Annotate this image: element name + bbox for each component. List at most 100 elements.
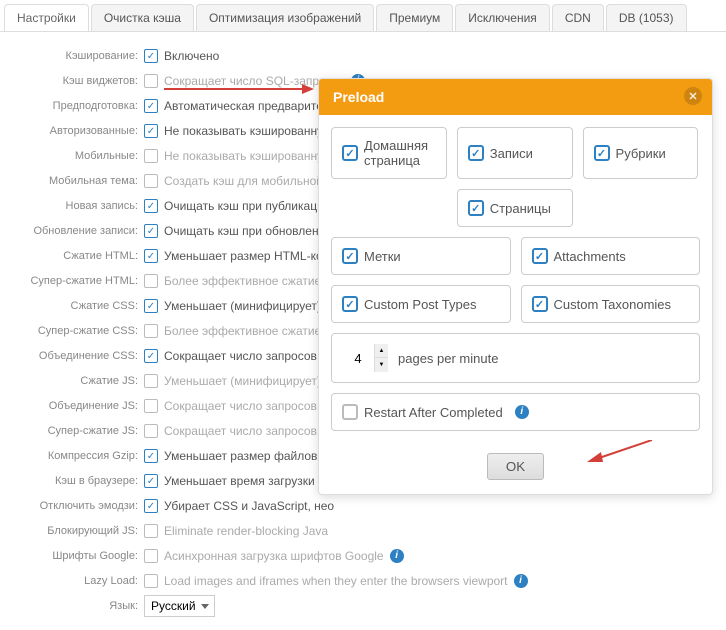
checkbox-icon[interactable] xyxy=(144,74,158,88)
setting-desc: Автоматическая предварительн xyxy=(164,99,342,113)
opt-home[interactable]: Домашняя страница xyxy=(331,127,447,179)
tab-settings[interactable]: Настройки xyxy=(4,4,89,31)
setting-desc: Более эффективное сжатие H xyxy=(164,274,333,288)
setting-desc: Не показывать кэшированну xyxy=(164,149,323,163)
tab-exclusions[interactable]: Исключения xyxy=(455,4,550,31)
checkbox-icon[interactable] xyxy=(144,524,158,538)
preload-modal: Preload ✕ Домашняя страница Записи Рубри… xyxy=(318,78,713,495)
checkbox-icon[interactable]: ✓ xyxy=(144,199,158,213)
checkbox-icon[interactable] xyxy=(144,374,158,388)
checkbox-icon[interactable] xyxy=(468,145,484,161)
setting-desc: Создать кэш для мобильной xyxy=(164,174,323,188)
opt-posts[interactable]: Записи xyxy=(457,127,573,179)
checkbox-icon[interactable] xyxy=(342,145,358,161)
setting-label: Супер-сжатие HTML: xyxy=(10,275,144,287)
spinner-down-icon[interactable]: ▼ xyxy=(374,358,388,372)
setting-label: Объединение JS: xyxy=(10,400,144,412)
checkbox-icon[interactable] xyxy=(144,424,158,438)
setting-label: Мобильные: xyxy=(10,150,144,162)
setting-row: Блокирующий JS:Eliminate render-blocking… xyxy=(10,520,716,542)
checkbox-icon[interactable]: ✓ xyxy=(144,474,158,488)
setting-row: Отключить эмодзи:✓Убирает CSS и JavaScri… xyxy=(10,495,716,517)
checkbox-icon[interactable] xyxy=(342,248,358,264)
checkbox-icon[interactable]: ✓ xyxy=(144,99,158,113)
opt-label: Записи xyxy=(490,146,533,161)
checkbox-icon[interactable] xyxy=(144,274,158,288)
checkbox-icon[interactable]: ✓ xyxy=(144,349,158,363)
modal-footer: OK xyxy=(319,443,712,494)
setting-label: Кэш виджетов: xyxy=(10,75,144,87)
setting-desc: Очищать кэш при публикаци xyxy=(164,199,324,213)
opt-label: Метки xyxy=(364,249,401,264)
restart-label: Restart After Completed xyxy=(364,405,503,420)
setting-label: Кэш в браузере: xyxy=(10,475,144,487)
ppm-label: pages per minute xyxy=(398,351,498,366)
setting-label: Супер-сжатие CSS: xyxy=(10,325,144,337)
opt-attachments[interactable]: Attachments xyxy=(521,237,701,275)
setting-desc: Уменьшает размер HTML-код xyxy=(164,249,329,263)
ppm-field: ▲ ▼ xyxy=(342,344,388,372)
opt-label: Рубрики xyxy=(616,146,666,161)
checkbox-icon[interactable]: ✓ xyxy=(144,249,158,263)
setting-desc: Убирает CSS и JavaScript, нео xyxy=(164,499,334,513)
checkbox-icon[interactable] xyxy=(342,404,358,420)
setting-desc: Load images and iframes when they enter … xyxy=(164,574,508,588)
opt-ctx[interactable]: Custom Taxonomies xyxy=(521,285,701,323)
checkbox-icon[interactable] xyxy=(144,549,158,563)
checkbox-icon[interactable] xyxy=(342,296,358,312)
setting-desc: Eliminate render-blocking Java xyxy=(164,524,328,538)
checkbox-icon[interactable]: ✓ xyxy=(144,224,158,238)
setting-label: Компрессия Gzip: xyxy=(10,450,144,462)
info-icon[interactable]: i xyxy=(514,574,528,588)
spinner-up-icon[interactable]: ▲ xyxy=(374,344,388,358)
setting-label: Предподготовка: xyxy=(10,100,144,112)
modal-title-bar: Preload ✕ xyxy=(319,79,712,115)
opt-cpt[interactable]: Custom Post Types xyxy=(331,285,511,323)
checkbox-icon[interactable] xyxy=(532,296,548,312)
language-row: Язык:Русский xyxy=(10,595,716,617)
checkbox-icon[interactable] xyxy=(532,248,548,264)
checkbox-icon[interactable] xyxy=(144,574,158,588)
opt-label: Страницы xyxy=(490,201,551,216)
info-icon[interactable]: i xyxy=(515,405,529,419)
setting-label: Мобильная тема: xyxy=(10,175,144,187)
checkbox-icon[interactable] xyxy=(144,174,158,188)
setting-label: Lazy Load: xyxy=(10,575,144,587)
setting-row: Шрифты Google:Асинхронная загрузка шрифт… xyxy=(10,545,716,567)
tab-cdn[interactable]: CDN xyxy=(552,4,604,31)
opt-label: Домашняя страница xyxy=(364,138,436,168)
pages-per-minute-row: ▲ ▼ pages per minute xyxy=(331,333,700,383)
checkbox-icon[interactable]: ✓ xyxy=(144,449,158,463)
checkbox-icon[interactable] xyxy=(144,149,158,163)
checkbox-icon[interactable] xyxy=(144,399,158,413)
setting-desc: Сокращает число запросов, о xyxy=(164,424,330,438)
checkbox-icon[interactable]: ✓ xyxy=(144,124,158,138)
language-select[interactable]: Русский xyxy=(144,595,215,617)
checkbox-icon[interactable] xyxy=(468,200,484,216)
checkbox-icon[interactable]: ✓ xyxy=(144,299,158,313)
setting-desc: Очищать кэш при обновлени xyxy=(164,224,325,238)
checkbox-icon[interactable] xyxy=(144,324,158,338)
opt-label: Attachments xyxy=(554,249,626,264)
opt-tags[interactable]: Метки xyxy=(331,237,511,275)
ok-button[interactable]: OK xyxy=(487,453,544,480)
setting-label: Кэширование: xyxy=(10,50,144,62)
opt-categories[interactable]: Рубрики xyxy=(583,127,699,179)
ppm-input[interactable] xyxy=(342,344,374,372)
checkbox-icon[interactable] xyxy=(594,145,610,161)
tab-premium[interactable]: Премиум xyxy=(376,4,453,31)
close-icon[interactable]: ✕ xyxy=(684,87,702,105)
tab-db[interactable]: DB (1053) xyxy=(606,4,687,31)
modal-title: Preload xyxy=(333,89,384,105)
checkbox-icon[interactable]: ✓ xyxy=(144,499,158,513)
info-icon[interactable]: i xyxy=(390,549,404,563)
setting-row: Lazy Load: Load images and iframes when t… xyxy=(10,570,716,592)
restart-row[interactable]: Restart After Completed i xyxy=(331,393,700,431)
setting-desc: Уменьшает размер файлов, о xyxy=(164,449,331,463)
setting-label: Сжатие HTML: xyxy=(10,250,144,262)
tab-image-opt[interactable]: Оптимизация изображений xyxy=(196,4,374,31)
checkbox-icon[interactable]: ✓ xyxy=(144,49,158,63)
opt-pages[interactable]: Страницы xyxy=(457,189,573,227)
tab-cache-clean[interactable]: Очистка кэша xyxy=(91,4,194,31)
setting-label: Шрифты Google: xyxy=(10,550,144,562)
